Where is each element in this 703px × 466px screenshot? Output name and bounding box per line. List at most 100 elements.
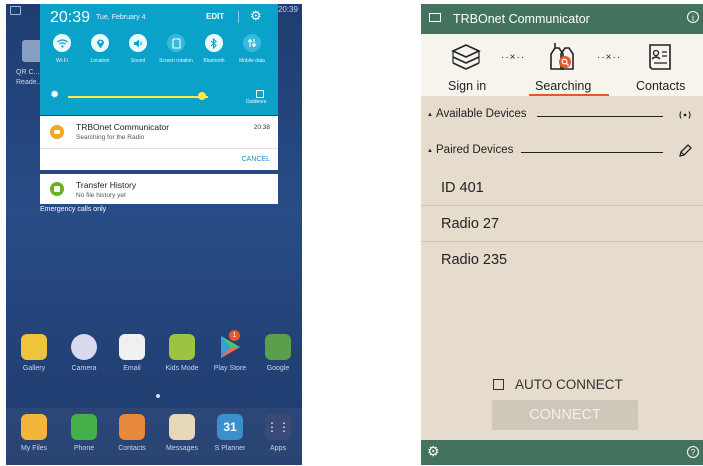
- app-kids-mode[interactable]: Kids Mode: [160, 334, 204, 372]
- panel-date: Tue, February 4: [96, 14, 146, 21]
- active-tab-indicator: [529, 94, 609, 96]
- tab-sign-in[interactable]: Sign in: [448, 79, 486, 93]
- page-indicator: [156, 394, 160, 398]
- tab-contacts[interactable]: Contacts: [636, 79, 685, 93]
- app-camera[interactable]: Camera: [62, 334, 106, 372]
- notification-badge: 1: [229, 330, 240, 341]
- notification-time: 20:38: [253, 124, 270, 131]
- quick-tile-location[interactable]: Location: [82, 34, 118, 64]
- app-gallery[interactable]: Gallery: [12, 334, 56, 372]
- quick-tile-label: Bluetooth: [203, 58, 225, 64]
- notification-trbonet[interactable]: TRBOnet Communicator Searching for the R…: [40, 116, 278, 170]
- app-label: My Files: [20, 445, 48, 452]
- quick-tile-label: Location: [90, 58, 110, 64]
- quick-tile-bluetooth[interactable]: Bluetooth: [196, 34, 232, 64]
- app-contacts[interactable]: Contacts: [110, 414, 154, 452]
- list-item[interactable]: ID 401: [421, 170, 703, 206]
- mail-icon[interactable]: [429, 13, 441, 22]
- section-title: Available Devices: [436, 108, 527, 120]
- section-title: Paired Devices: [436, 144, 514, 156]
- wifi-icon: [53, 34, 71, 52]
- cancel-button[interactable]: CANCEL: [242, 156, 270, 163]
- apps-grid-icon: ⋮⋮: [265, 414, 291, 440]
- edit-pencil-icon[interactable]: [677, 143, 693, 164]
- brightness-sun-icon: ✹: [50, 89, 60, 101]
- auto-connect-checkbox[interactable]: AUTO CONNECT: [493, 377, 693, 393]
- settings-gear-icon[interactable]: ⚙: [427, 443, 440, 460]
- app-my-files[interactable]: My Files: [12, 414, 56, 452]
- email-icon: [119, 334, 145, 360]
- divider: [521, 152, 663, 153]
- app-s-planner[interactable]: 31 S Planner: [208, 414, 252, 452]
- connect-button[interactable]: CONNECT: [492, 400, 638, 430]
- app-email[interactable]: Email: [110, 334, 154, 372]
- link-indicator: ··×··: [501, 52, 526, 63]
- app-label: Google: [266, 365, 290, 372]
- device-name: Radio 27: [441, 216, 500, 232]
- app-label: Apps: [270, 445, 286, 452]
- info-icon[interactable]: i: [687, 11, 699, 23]
- paired-devices-header[interactable]: ▲ Paired Devices: [421, 144, 703, 158]
- quick-tile-label: Sound: [130, 58, 146, 64]
- outdoors-checkbox[interactable]: [256, 90, 264, 98]
- app-label: Gallery: [22, 365, 46, 372]
- quick-settings-panel: 20:39 Tue, February 4 EDIT ⚙ Wi-Fi Locat…: [40, 4, 278, 115]
- app-title-bar: TRBOnet Communicator i: [421, 4, 703, 34]
- app-phone[interactable]: Phone: [62, 414, 106, 452]
- quick-tile-sound[interactable]: Sound: [120, 34, 156, 64]
- app-label: Play Store: [213, 365, 247, 372]
- tab-bar: ··×·· ··×·· Sign in Searching Contacts: [421, 34, 703, 96]
- contacts-card-icon[interactable]: [643, 42, 677, 72]
- app-google[interactable]: Google: [256, 334, 300, 372]
- calendar-icon: 31: [217, 414, 243, 440]
- app-label: Messages: [166, 445, 198, 452]
- app-label: Contacts: [118, 445, 146, 452]
- help-icon[interactable]: ?: [687, 446, 699, 458]
- available-devices-header[interactable]: ▲ Available Devices: [421, 108, 703, 122]
- messages-icon: [169, 414, 195, 440]
- status-time: 20:39: [277, 5, 298, 14]
- collapse-triangle-icon: ▲: [427, 112, 433, 118]
- sign-in-icon[interactable]: [449, 42, 483, 72]
- collapse-triangle-icon: ▲: [427, 148, 433, 154]
- quick-tile-screen-rotation[interactable]: Screen rotation: [158, 34, 194, 64]
- edit-button[interactable]: EDIT: [206, 12, 224, 21]
- notification-transfer-history[interactable]: Transfer History No file history yet: [40, 174, 278, 204]
- brightness-slider[interactable]: [68, 96, 208, 98]
- settings-gear-icon[interactable]: ⚙: [250, 8, 262, 24]
- searching-radio-icon[interactable]: [545, 42, 579, 72]
- app-label: Phone: [73, 445, 95, 452]
- android-home-screen: 20:39 QR C... Reade... 20:39 Tue, Februa…: [6, 4, 302, 465]
- divider: [238, 11, 239, 23]
- camera-icon: [71, 334, 97, 360]
- notification-subtitle: Searching for the Radio: [76, 134, 145, 141]
- rotation-icon: [167, 34, 185, 52]
- sound-icon: [129, 34, 147, 52]
- checkbox-box[interactable]: [493, 379, 504, 390]
- outdoors-label: Outdoors: [245, 99, 267, 105]
- radio-signal-icon[interactable]: [675, 108, 695, 127]
- app-apps-drawer[interactable]: ⋮⋮ Apps: [256, 414, 300, 452]
- trbonet-notification-icon: [50, 125, 64, 139]
- app-label: S Planner: [214, 445, 246, 452]
- bottom-bar: ⚙ ?: [421, 440, 703, 465]
- trbonet-app-screen: TRBOnet Communicator i ··×·· ··×·· Sign …: [421, 4, 703, 465]
- list-item[interactable]: Radio 27: [421, 206, 703, 242]
- notification-title: TRBOnet Communicator: [76, 122, 170, 132]
- quick-tile-label: Screen rotation: [159, 58, 193, 64]
- brightness-slider-thumb[interactable]: [198, 92, 206, 100]
- quick-tile-label: Mobile data: [239, 58, 265, 64]
- app-messages[interactable]: Messages: [160, 414, 204, 452]
- google-folder-icon: [265, 334, 291, 360]
- app-play-store[interactable]: 1 Play Store: [208, 330, 252, 372]
- list-item[interactable]: Radio 235: [421, 242, 703, 278]
- quick-tile-mobile-data[interactable]: Mobile data: [234, 34, 270, 64]
- app-title: TRBOnet Communicator: [453, 12, 590, 26]
- device-name: Radio 235: [441, 252, 508, 268]
- quick-tile-wifi[interactable]: Wi-Fi: [44, 34, 80, 64]
- gallery-icon: [21, 334, 47, 360]
- mobile-data-icon: [243, 34, 261, 52]
- kids-mode-icon: [169, 334, 195, 360]
- tab-searching[interactable]: Searching: [535, 79, 591, 93]
- divider: [40, 148, 278, 149]
